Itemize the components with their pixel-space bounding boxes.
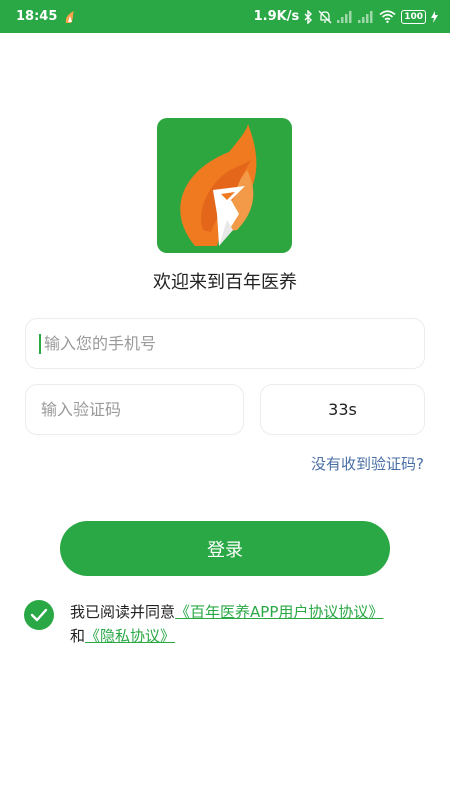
login-button[interactable]: 登录 (60, 521, 390, 576)
privacy-agreement-link[interactable]: 《隐私协议》 (85, 627, 175, 645)
phone-field[interactable] (25, 318, 425, 369)
verification-code-field[interactable] (25, 384, 244, 435)
signal-icon-2 (358, 10, 374, 23)
network-speed: 1.9K/s (253, 9, 300, 24)
user-agreement-link[interactable]: 《百年医养APP用户协议协议》 (175, 603, 383, 621)
login-label: 登录 (207, 539, 243, 561)
verification-code-input[interactable] (39, 399, 227, 420)
text-cursor (39, 333, 41, 354)
app-logo (157, 118, 292, 253)
signal-icon (337, 10, 353, 23)
battery-level: 100 (404, 11, 423, 22)
status-bar: 18:45 1.9K/s 100 (0, 0, 450, 33)
agreement-checkbox[interactable] (24, 600, 54, 630)
status-time: 18:45 (16, 9, 58, 24)
bluetooth-icon (304, 9, 313, 24)
welcome-title: 欢迎来到百年医养 (153, 272, 297, 293)
countdown-label: 33s (328, 400, 357, 419)
agreement-conjunction: 和 (70, 627, 86, 645)
resend-countdown-button[interactable]: 33s (260, 384, 425, 435)
no-code-received-link[interactable]: 没有收到验证码? (311, 453, 424, 474)
checkmark-icon (30, 608, 48, 622)
charging-icon (431, 10, 438, 23)
mute-icon (318, 10, 332, 24)
battery-icon: 100 (401, 9, 426, 24)
app-notification-icon (63, 10, 77, 24)
wifi-icon (379, 10, 396, 23)
phone-input[interactable] (42, 333, 393, 354)
status-right: 1.9K/s 100 (254, 9, 438, 24)
agreement-prefix: 我已阅读并同意 (70, 603, 176, 621)
agreement-text: 我已阅读并同意《百年医养APP用户协议协议》 和《隐私协议》 (70, 600, 430, 648)
fox-logo-icon (180, 124, 257, 246)
status-left: 18:45 (16, 9, 77, 24)
